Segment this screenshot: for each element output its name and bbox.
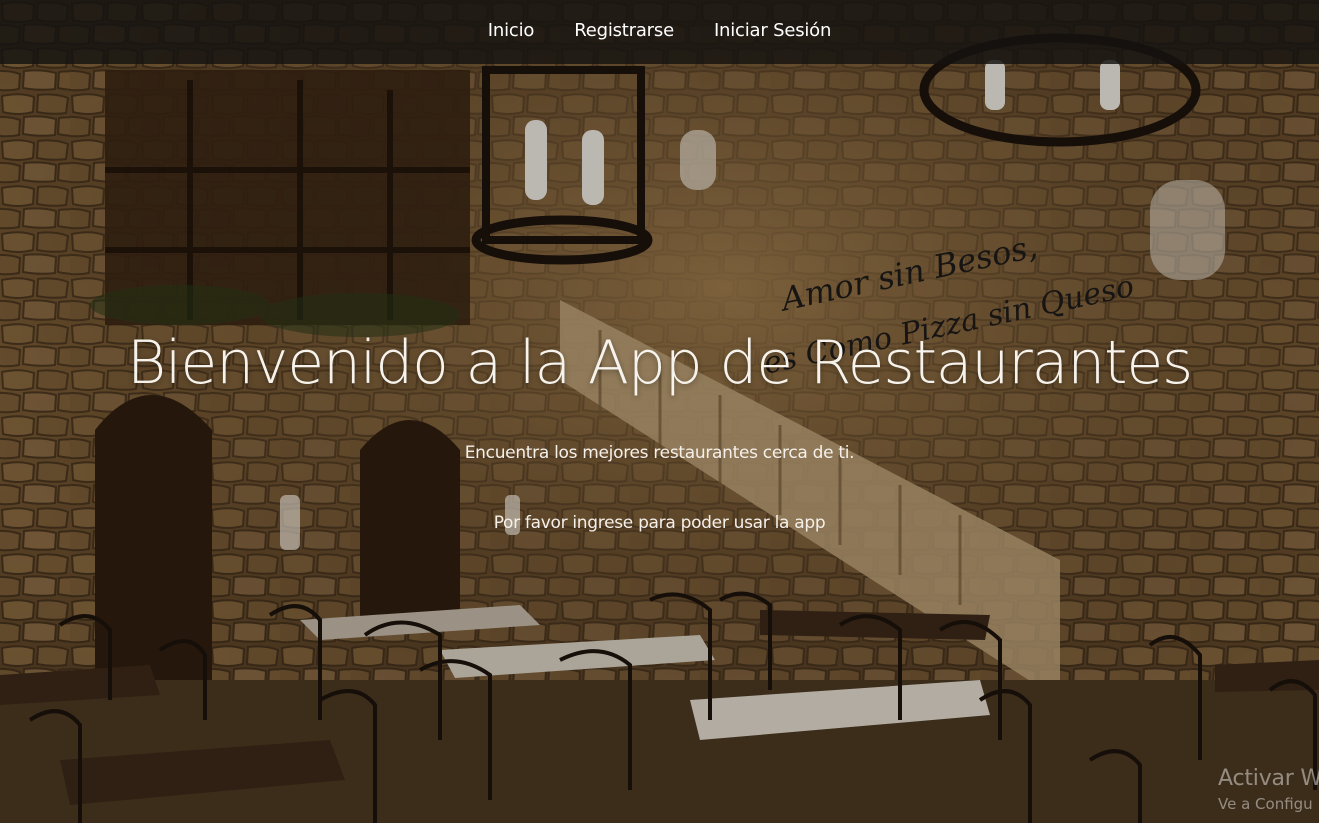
os-activation-watermark: Activar W Ve a Configu [1218,766,1319,813]
nav-link-iniciar-sesion[interactable]: Iniciar Sesión [714,20,831,41]
nav-links: Inicio Registrarse Iniciar Sesión [488,20,832,41]
watermark-title: Activar W [1218,766,1319,791]
hero-title: Bienvenido a la App de Restaurantes [126,328,1193,398]
top-navbar: Inicio Registrarse Iniciar Sesión [0,0,1319,64]
nav-link-registrarse[interactable]: Registrarse [574,20,674,41]
hero-section: Bienvenido a la App de Restaurantes Encu… [0,0,1319,823]
page: Amor sin Besos, es Como Pizza sin Queso [0,0,1319,823]
hero-login-note: Por favor ingrese para poder usar la app [493,513,826,533]
hero-subtitle: Encuentra los mejores restaurantes cerca… [464,443,855,463]
watermark-subtitle: Ve a Configu [1218,795,1313,813]
nav-link-inicio[interactable]: Inicio [488,20,535,41]
